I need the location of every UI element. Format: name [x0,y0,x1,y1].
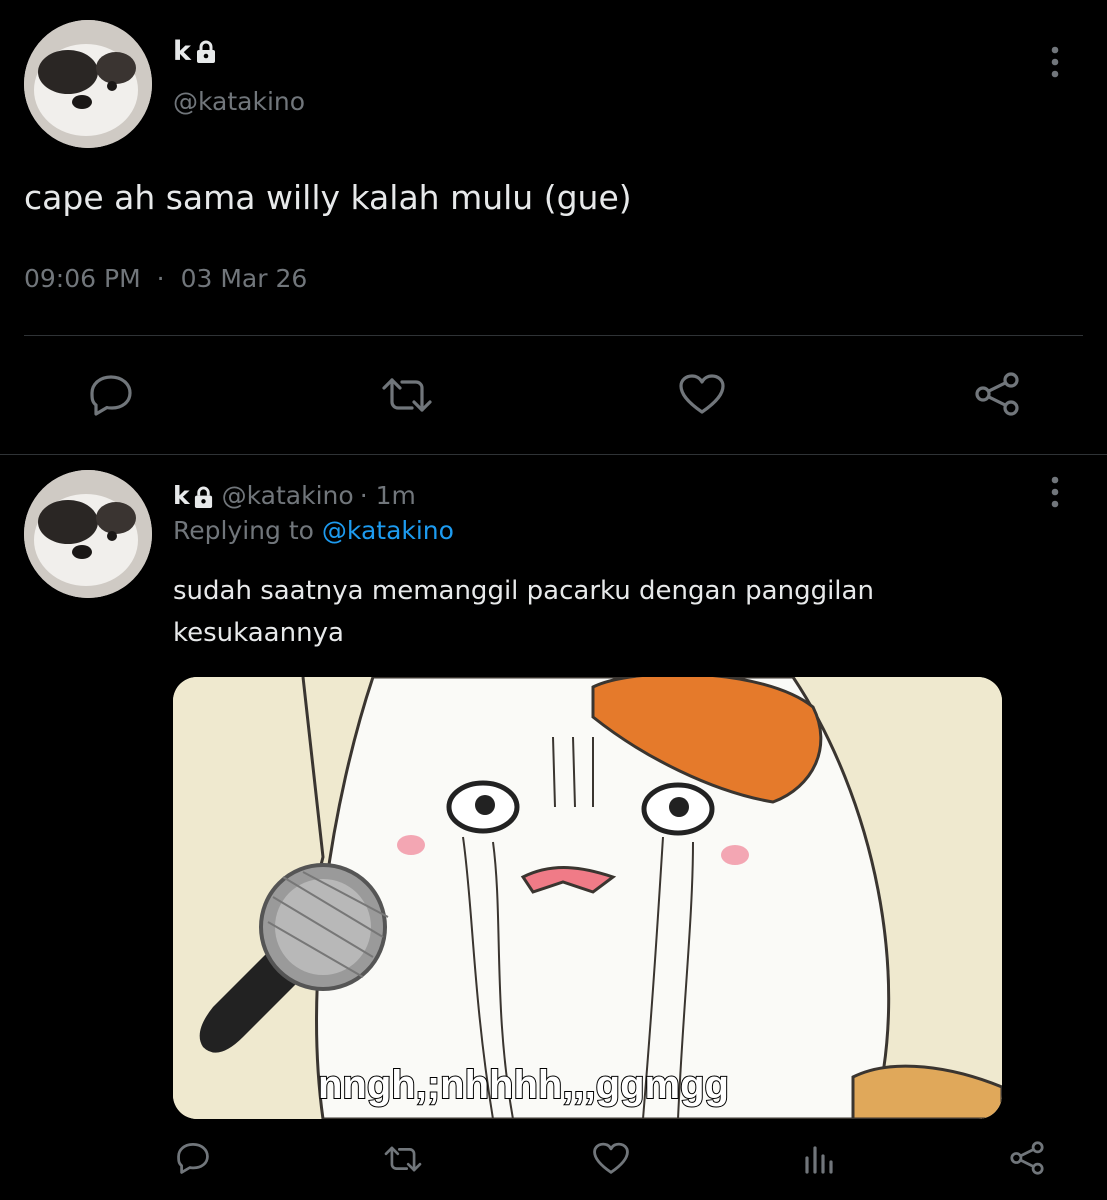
reply-text: sudah saatnya memanggil pacarku dengan p… [173,570,1073,654]
tweet-text: cape ah sama willy kalah mulu (gue) [24,178,632,217]
more-vertical-icon[interactable] [1041,474,1069,510]
tweet-age: · 1m [359,481,416,510]
display-name-row: k [173,36,217,68]
reply-text-line: kesukaannya [173,618,344,648]
avatar[interactable] [24,470,152,598]
separator-dot: · [156,264,165,293]
display-name[interactable]: k [173,36,191,68]
retweet-button[interactable] [382,1142,424,1176]
reply-bubble-icon [177,1142,209,1174]
lock-icon [195,40,217,64]
like-button[interactable] [678,372,726,418]
tweet-time: 09:06 PM [24,264,141,293]
share-button[interactable] [972,370,1022,418]
retweet-button[interactable] [380,372,434,418]
analytics-button[interactable] [802,1142,836,1176]
reply-button[interactable] [174,1140,212,1176]
handle[interactable]: @katakino [173,86,305,118]
like-button[interactable] [592,1141,630,1177]
dog-avatar-image [24,20,152,148]
dog-avatar-image [24,470,152,598]
meme-illustration [173,677,1002,1119]
reply-text-line: sudah saatnya memanggil pacarku dengan p… [173,576,874,606]
analytics-icon [805,1146,833,1174]
heart-icon [679,374,725,414]
reply-header: k @katakino · 1m [173,480,416,512]
handle[interactable]: @katakino [222,480,354,512]
retweet-icon [382,378,432,412]
media-image[interactable]: nngh,;nhhhh,,,ggmgg [173,677,1002,1119]
replying-to-label: Replying to [173,516,314,545]
share-icon [975,372,1019,416]
tweet-date: 03 Mar 26 [180,264,308,293]
share-button[interactable] [1008,1139,1046,1177]
media-caption: nngh,;nhhhh,,,ggmgg [317,1062,730,1108]
timestamp: 09:06 PM · 03 Mar 26 [24,263,307,295]
replying-to: Replying to @katakino [173,515,454,547]
divider [24,335,1083,336]
replying-to-handle-link[interactable]: @katakino [322,516,454,545]
more-vertical-icon[interactable] [1041,44,1069,80]
reply-button[interactable] [86,372,136,418]
retweet-icon [384,1146,422,1172]
display-name[interactable]: k [173,480,190,512]
lock-icon [193,485,214,508]
heart-icon [593,1142,629,1174]
avatar[interactable] [24,20,152,148]
divider [0,454,1107,455]
share-icon [1010,1141,1044,1175]
reply-bubble-icon [90,375,132,416]
